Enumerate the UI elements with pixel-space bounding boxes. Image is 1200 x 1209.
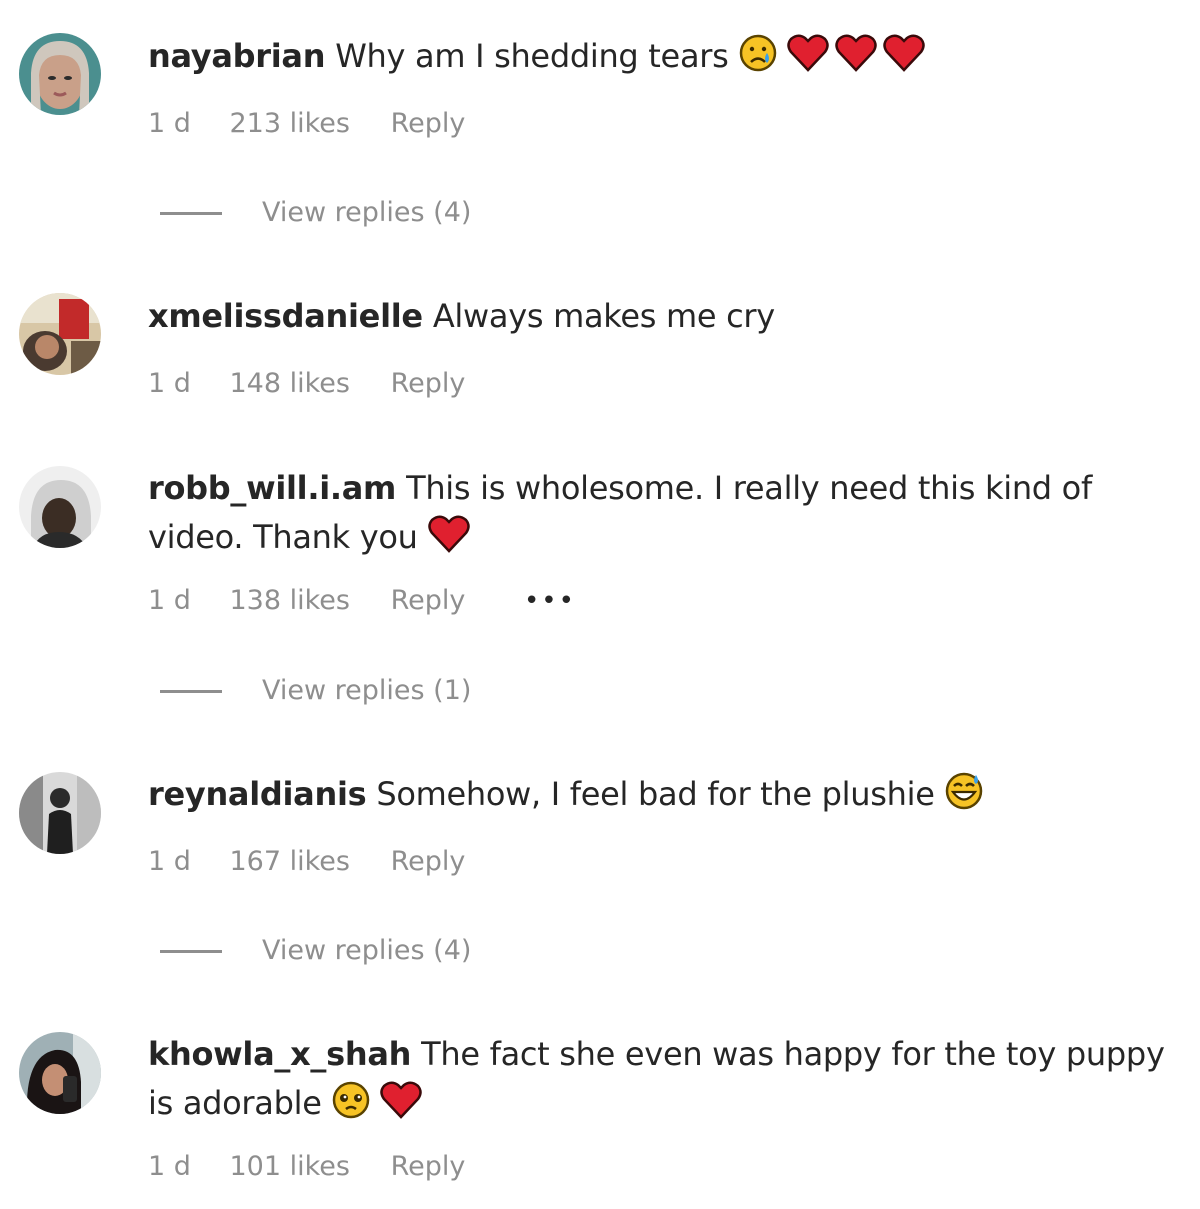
username-link[interactable]: reynaldianis: [148, 775, 367, 813]
avatar[interactable]: [19, 33, 101, 115]
view-replies-button[interactable]: View replies (4): [160, 931, 471, 971]
divider-line: [160, 211, 222, 215]
reply-button[interactable]: Reply: [391, 364, 466, 404]
view-replies-label: View replies (1): [262, 675, 472, 706]
avatar[interactable]: [19, 1032, 101, 1114]
avatar[interactable]: [19, 466, 101, 548]
comment-text: robb_will.i.am This is wholesome. I reall…: [148, 464, 1168, 562]
reply-button[interactable]: Reply: [391, 104, 466, 144]
comment-body: Why am I shedding tears: [335, 37, 729, 75]
crying-face-emoji: [738, 33, 782, 73]
more-options-icon[interactable]: •••: [524, 581, 576, 621]
comment-body: This is wholesome. I really need this ki…: [406, 469, 1092, 507]
red-heart-emoji: [427, 514, 471, 554]
username-link[interactable]: nayabrian: [148, 37, 325, 75]
comment-time[interactable]: 1 d: [148, 104, 191, 144]
likes-count[interactable]: 101 likes: [230, 1147, 350, 1187]
reply-button[interactable]: Reply: [391, 842, 466, 882]
view-replies-label: View replies (4): [262, 935, 472, 966]
comment-meta: 1 d 213 likes Reply: [148, 103, 515, 143]
likes-count[interactable]: 213 likes: [230, 104, 350, 144]
comment-meta: 1 d 167 likes Reply: [148, 841, 515, 881]
username-link[interactable]: xmelissdanielle: [148, 297, 423, 335]
comment-meta: 1 d 101 likes Reply: [148, 1146, 515, 1186]
reply-button[interactable]: Reply: [391, 1147, 466, 1187]
view-replies-label: View replies (4): [262, 197, 472, 228]
red-heart-emoji: [834, 33, 878, 73]
comment-time[interactable]: 1 d: [148, 364, 191, 404]
username-link[interactable]: robb_will.i.am: [148, 469, 396, 507]
divider-line: [160, 949, 222, 953]
comment-body-continued: is adorable: [148, 1084, 322, 1122]
comment-body: The fact she even was happy for the toy …: [421, 1035, 1165, 1073]
divider-line: [160, 689, 222, 693]
reply-button[interactable]: Reply: [391, 581, 466, 621]
red-heart-emoji: [786, 33, 830, 73]
red-heart-emoji: [379, 1080, 423, 1120]
comment-body: Somehow, I feel bad for the plushie: [376, 775, 935, 813]
red-heart-emoji: [882, 33, 926, 73]
comment-meta: 1 d 148 likes Reply: [148, 363, 515, 403]
comment-text: khowla_x_shah The fact she even was happy…: [148, 1030, 1168, 1128]
view-replies-button[interactable]: View replies (1): [160, 671, 471, 711]
view-replies-button[interactable]: View replies (4): [160, 193, 471, 233]
likes-count[interactable]: 148 likes: [230, 364, 350, 404]
comment-time[interactable]: 1 d: [148, 1147, 191, 1187]
comment-time[interactable]: 1 d: [148, 842, 191, 882]
comment-text: reynaldianis Somehow, I feel bad for the …: [148, 770, 1168, 819]
grinning-sweat-emoji: [944, 771, 988, 811]
likes-count[interactable]: 138 likes: [230, 581, 350, 621]
comment-body-continued: video. Thank you: [148, 518, 418, 556]
avatar[interactable]: [19, 293, 101, 375]
avatar[interactable]: [19, 772, 101, 854]
username-link[interactable]: khowla_x_shah: [148, 1035, 411, 1073]
comment-text: xmelissdanielle Always makes me cry: [148, 292, 1168, 341]
likes-count[interactable]: 167 likes: [230, 842, 350, 882]
comment-body: Always makes me cry: [432, 297, 775, 335]
comment-time[interactable]: 1 d: [148, 581, 191, 621]
pleading-face-emoji: [331, 1080, 375, 1120]
comment-text: nayabrian Why am I shedding tears: [148, 32, 1168, 81]
comment-meta: 1 d 138 likes Reply •••: [148, 580, 576, 620]
